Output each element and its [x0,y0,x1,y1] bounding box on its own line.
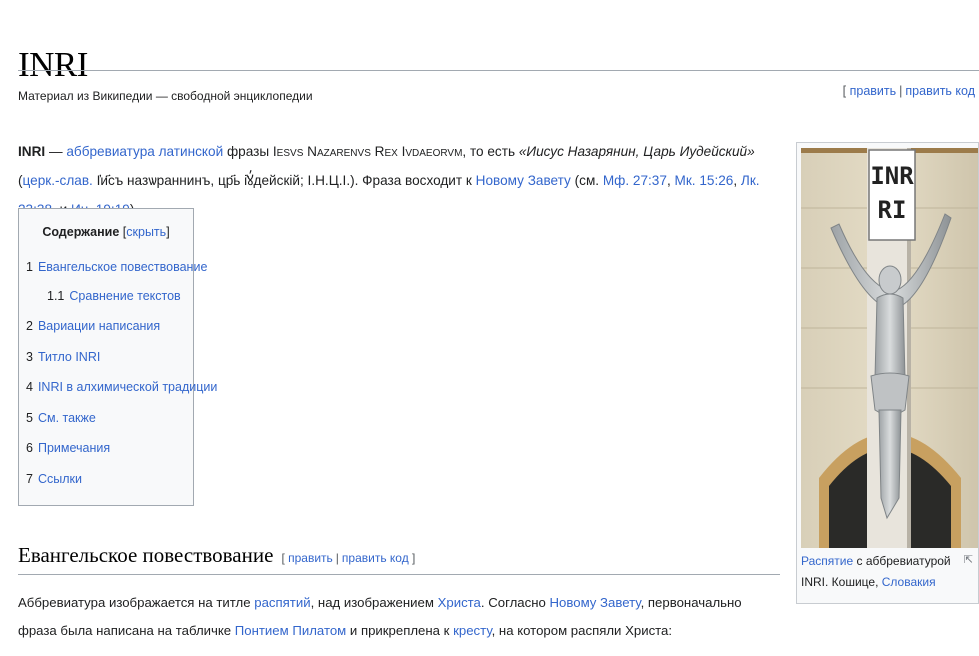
toc-number: 6 [26,441,33,455]
para-text: и прикреплена к [346,623,454,638]
section-edit-code-link[interactable]: править код [342,551,409,565]
edit-code-link[interactable]: править код [905,84,975,98]
toc-number: 1 [26,260,33,274]
toc-item-alchemy[interactable]: 4 INRI в алхимической традиции [26,380,217,394]
toc-item-spelling-variations[interactable]: 2 Вариации написания [26,319,160,333]
lead-text: , [733,173,741,188]
toc-label: Евангельское повествование [37,260,208,274]
mark-ref-link[interactable]: Мк. 15:26 [675,173,734,188]
plaque-text-1: INR [870,162,914,190]
toc-label: Сравнение текстов [69,289,181,303]
plaque-text-2: RI [878,196,907,224]
translation: «Иисус Назарянин, Царь Иудейский» [518,144,755,159]
slovakia-link[interactable]: Словакия [882,575,936,589]
section-edit-link[interactable]: править [288,551,333,565]
toc-hide-link[interactable]: скрыть [126,225,166,239]
crucifix-photo: INR RI [801,148,978,548]
lead-text: (см. [570,173,603,188]
toc-title: Содержание [42,225,120,239]
toc-item-titulus[interactable]: 3 Титло INRI [26,350,100,364]
page-edit-links: [ править | править код [843,84,975,98]
image-thumbnail: INR RI Распятие с аббревиатурой INRI. Ко… [796,142,979,604]
site-subtitle: Материал из Википедии — свободной энцикл… [18,89,313,103]
magnify-icon[interactable]: ⇱ [964,553,973,566]
bracket-open: [ [842,84,850,98]
cross-link[interactable]: кресту [453,623,492,638]
christ-link[interactable]: Христа [438,595,481,610]
crucifixion-link[interactable]: Распятие [801,554,853,568]
section-heading: Евангельское повествование [ править | прав… [18,543,415,568]
latin-phrase: Iesvs Nazarenvs Rex Ivdaeorvm [272,144,463,159]
lead-term: INRI [18,144,46,159]
para-text: . Согласно [480,595,550,610]
edit-link[interactable]: править [850,84,897,98]
toc-number: 5 [26,411,33,425]
section-title: Евангельское повествование [18,543,274,567]
table-of-contents: Содержание [скрыть] 1 Евангельское повест… [18,208,217,506]
matthew-ref-link[interactable]: Мф. 27:37 [603,173,667,188]
section-divider [18,574,780,575]
abbreviation-link[interactable]: аббревиатура [66,144,154,159]
lead-text: — [45,144,67,159]
toc-number: 4 [26,380,33,394]
toc-label: Ссылки [37,472,82,486]
image-caption: Распятие с аббревиатурой INRI. Кошице, С… [801,551,973,593]
new-testament-link[interactable]: Новому Завету [476,173,571,188]
edit-separator: | [899,84,903,98]
crucifix-image[interactable]: INR RI [801,148,978,548]
toc-label: Титло INRI [37,350,101,364]
toc-item-links[interactable]: 7 Ссылки [26,472,82,486]
para-text: , над изображением [310,595,438,610]
bracket-close: ] [408,551,416,565]
toc-label: INRI в алхимической традиции [37,380,218,394]
toc-item-see-also[interactable]: 5 См. также [26,411,96,425]
lead-text: , то есть [462,144,519,159]
title-divider [18,70,979,71]
para-text: , на котором распяли Христа: [491,623,673,638]
toc-header: Содержание [скрыть] [19,225,193,239]
new-testament-link[interactable]: Новому Завету [550,595,641,610]
edit-separator: | [335,551,339,565]
lead-text: І҆и҃съ назѡраннинъ, цр҃ь і҆ꙋ̓дейскій; І.… [92,173,476,188]
crucifixes-link[interactable]: распятий [254,595,310,610]
toc-number: 3 [26,350,33,364]
section-edit-links: [ править | править код ] [281,551,415,565]
para-text: Аббревиатура изображается на титле [18,595,255,610]
page-title: INRI [18,45,88,85]
church-slavonic-link[interactable]: церк.-слав. [23,173,93,188]
pilate-link[interactable]: Понтием Пилатом [235,623,346,638]
toc-item-gospel-narrative[interactable]: 1 Евангельское повествование [26,260,207,274]
toc-label: См. также [37,411,96,425]
toc-label: Примечания [37,441,111,455]
toc-label: Вариации написания [37,319,161,333]
lead-text: фразы [223,144,273,159]
toc-number: 7 [26,472,33,486]
latin-link[interactable]: латинской [159,144,224,159]
toc-number: 1.1 [47,289,65,303]
toc-item-text-comparison[interactable]: 1.1 Сравнение текстов [47,289,181,303]
toc-number: 2 [26,319,33,333]
section-paragraph: Аббревиатура изображается на титле распя… [18,589,780,645]
toc-bracket: ] [166,225,170,239]
lead-text: , [666,173,675,188]
toc-item-notes[interactable]: 6 Примечания [26,441,110,455]
